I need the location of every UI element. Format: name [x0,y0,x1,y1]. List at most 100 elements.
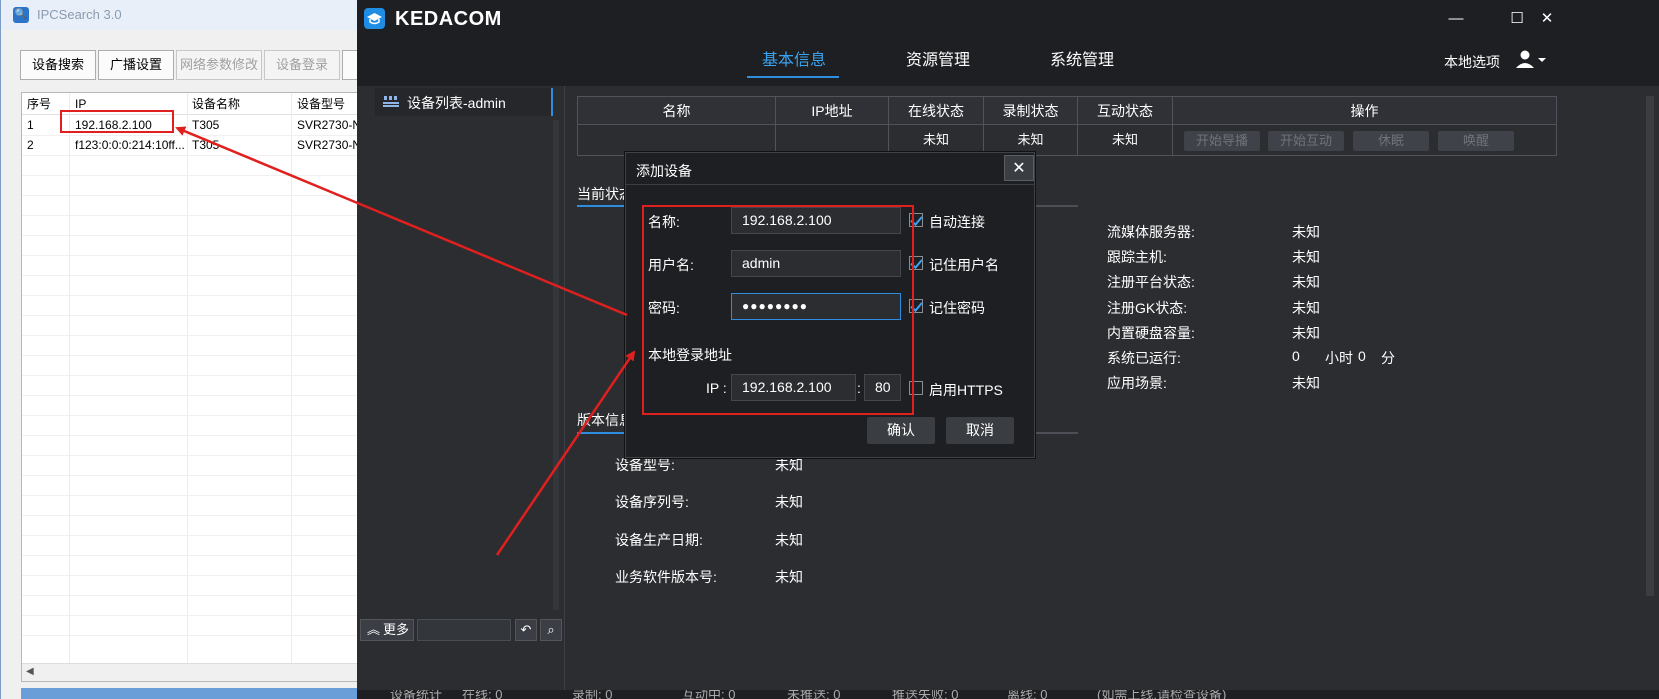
network-params-button[interactable]: 网络参数修改 [176,50,262,80]
col-device-model[interactable]: 设备型号 [297,93,345,115]
device-search-button[interactable]: 设备搜索 [20,50,96,80]
local-ip-field[interactable]: 192.168.2.100 [731,374,856,401]
device-name-field[interactable]: 192.168.2.100 [731,207,901,234]
username-field[interactable]: admin [731,250,901,277]
dialog-title: 添加设备 [636,163,692,179]
device-login-button[interactable]: 设备登录 [264,50,340,80]
start-broadcast-button[interactable]: 开始导播 [1184,131,1260,151]
col-index[interactable]: 序号 [27,93,51,115]
brand-name: KEDACOM [395,8,502,30]
ip-label: IP : [706,380,727,396]
row-divider [22,515,382,516]
username-label: 用户名: [648,257,694,273]
confirm-button[interactable]: 确认 [867,417,935,444]
more-button[interactable]: ︽ 更多 [360,619,414,641]
sidebar-scrollbar[interactable] [553,120,559,610]
horizontal-scrollbar[interactable]: ◀ [22,663,382,681]
tab-system-management[interactable]: 系统管理 [1050,50,1114,72]
row-divider [22,495,382,496]
table-row[interactable]: 1 192.168.2.100 T305 SVR2730-N [22,115,382,135]
maximize-button[interactable]: ☐ [1507,9,1527,29]
active-tab-indicator [747,76,839,78]
row-divider [22,375,382,376]
name-label: 名称: [648,214,680,230]
current-status-indicator [577,205,627,207]
th-record: 录制状态 [984,97,1078,125]
row-device-name: T305 [192,118,220,132]
scroll-left-icon[interactable]: ◀ [26,666,34,677]
status-value: 未知 [1292,224,1320,240]
th-name: 名称 [578,97,776,125]
local-options-menu[interactable]: 本地选项 [1444,52,1500,72]
minimize-button[interactable]: — [1446,9,1466,29]
sidebar-item-device-list[interactable]: 设备列表-admin [375,88,553,116]
row-ip: 192.168.2.100 [75,118,152,132]
dialog-close-button[interactable]: ✕ [1004,155,1034,181]
statusbar-offline: 离线: 0 [1007,690,1048,699]
statusbar-push-failed: 推送失败: 0 [892,690,959,699]
uptime-hours-value: 0 [1292,348,1300,364]
start-interact-button[interactable]: 开始互动 [1268,131,1344,151]
auto-connect-label: 自动连接 [929,214,985,230]
row-divider [22,255,382,256]
port-separator: : [857,380,861,396]
row-index: 2 [27,138,34,152]
statusbar-recording: 录制: 0 [572,690,613,699]
status-value: 未知 [1292,274,1320,290]
sidebar-search-input[interactable] [417,619,511,641]
version-label: 设备生产日期: [615,532,703,548]
auto-connect-checkbox[interactable] [909,213,923,227]
td-record: 未知 [984,125,1078,155]
statusbar-title: 设备统计 [390,690,443,699]
close-window-button[interactable]: ✕ [1537,9,1557,29]
row-divider [22,555,382,556]
cancel-button[interactable]: 取消 [946,417,1014,444]
col-ip[interactable]: IP [75,93,86,115]
add-device-dialog: 添加设备 ✕ 名称: 192.168.2.100 自动连接 用户名: admin… [625,152,1035,458]
password-field[interactable]: ●●●●●●●● [731,293,901,320]
status-label: 注册GK状态: [1107,300,1188,316]
device-status-table: 名称 IP地址 在线状态 录制状态 互动状态 操作 未知 未知 未知 开始导播 … [577,96,1557,156]
remember-username-label: 记住用户名 [929,257,999,273]
wake-button[interactable]: 唤醒 [1438,131,1514,151]
td-interact: 未知 [1078,125,1173,155]
more-label: 更多 [383,622,410,637]
status-value: 未知 [1292,325,1320,341]
statusbar-hint: (如需上线,请检查设备) [1097,690,1227,699]
status-label: 内置硬盘容量: [1107,325,1195,341]
remember-password-checkbox[interactable] [909,299,923,313]
status-value: 未知 [1292,249,1320,265]
broadcast-settings-button[interactable]: 广播设置 [98,50,174,80]
undo-icon[interactable]: ↶ [515,619,537,641]
row-divider [22,415,382,416]
uptime-minutes-value: 0 [1358,348,1366,364]
status-label: 注册平台状态: [1107,274,1195,290]
row-divider [22,175,382,176]
statusbar-not-pushed: 未推送: 0 [787,690,841,699]
table-row[interactable]: 2 f123:0:0:0:214:10ff... T305 SVR2730-N [22,135,382,155]
tab-resource-management[interactable]: 资源管理 [906,50,970,72]
row-divider [22,595,382,596]
ipcsearch-statusbar [21,688,381,699]
td-online: 未知 [889,125,984,155]
port-field[interactable]: 80 [864,374,901,401]
version-indicator [577,432,627,434]
status-label: 跟踪主机: [1107,249,1167,265]
row-divider [22,535,382,536]
status-label: 流媒体服务器: [1107,224,1195,240]
enable-https-checkbox[interactable] [909,381,923,395]
row-divider [22,435,382,436]
search-app-icon: 🔍 [13,7,29,23]
remember-username-checkbox[interactable] [909,256,923,270]
search-icon[interactable]: ⌕ [540,619,562,641]
col-device-name[interactable]: 设备名称 [192,93,240,115]
main-scrollbar[interactable] [1646,96,1654,596]
tab-basic-info[interactable]: 基本信息 [762,50,826,72]
user-menu-icon[interactable] [1515,50,1549,70]
row-divider [22,315,382,316]
th-ip: IP地址 [776,97,889,125]
sleep-button[interactable]: 休眠 [1353,131,1429,151]
password-label: 密码: [648,300,680,316]
row-divider [22,575,382,576]
row-ip: f123:0:0:0:214:10ff... [75,138,185,152]
